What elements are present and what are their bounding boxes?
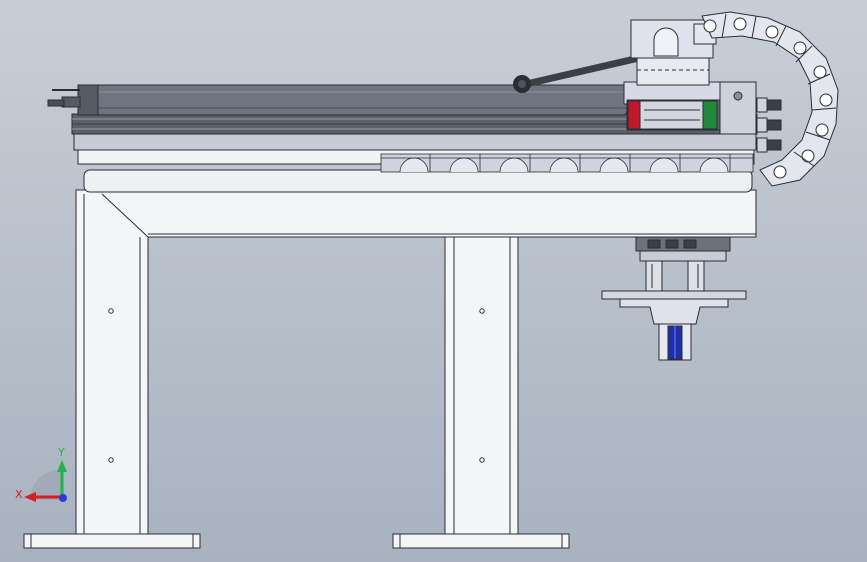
y-axis-label: Y xyxy=(57,446,65,459)
gantry-model-drawing[interactable]: Y X xyxy=(0,0,867,562)
x-axis-label: X xyxy=(15,488,23,501)
y-axis-arrow xyxy=(57,460,67,472)
coordinate-triad: Y X xyxy=(15,446,67,502)
right-foot xyxy=(392,533,570,549)
x-axis-arrow xyxy=(24,492,36,502)
cad-viewport[interactable]: Y X xyxy=(0,0,867,562)
pneumatic-cylinder xyxy=(47,84,628,116)
left-foot xyxy=(23,533,201,549)
gripper-unit xyxy=(601,236,747,361)
carriage xyxy=(623,19,757,135)
z-axis-dot xyxy=(59,494,67,502)
right-leg xyxy=(444,236,519,535)
air-fittings xyxy=(756,97,782,153)
drag-chain-lower xyxy=(380,153,754,173)
